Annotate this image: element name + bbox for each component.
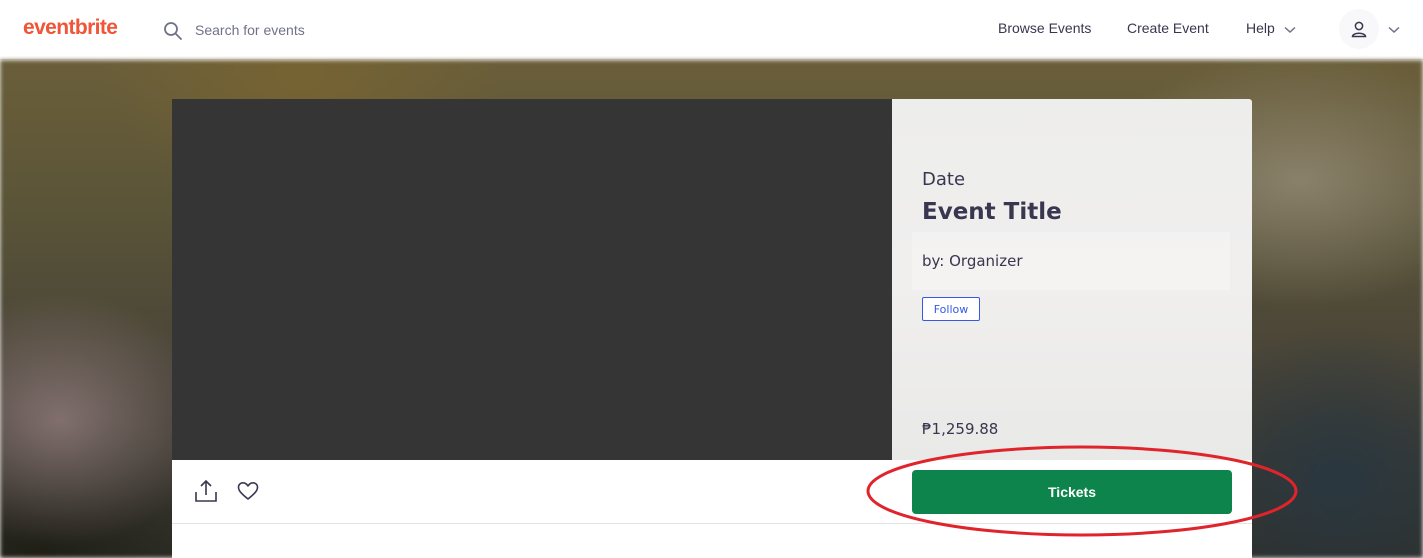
event-price: ₱1,259.88 [922,420,999,438]
event-date: Date [922,169,966,190]
event-card: Date Event Title by: Organizer Follow ₱1… [172,99,1252,558]
user-avatar-button[interactable] [1339,9,1379,49]
organizer-row: by: Organizer [912,232,1230,290]
user-icon [1351,21,1367,38]
event-details-area [172,524,1252,558]
event-organizer[interactable]: by: Organizer [922,252,1023,270]
nav-create-event[interactable]: Create Event [1127,20,1209,36]
event-title: Event Title [922,199,1062,225]
event-image-placeholder [172,99,892,460]
eventbrite-logo[interactable]: eventbrite [23,16,118,40]
search-input[interactable] [190,18,490,42]
nav-help[interactable]: Help [1246,20,1275,36]
event-actions-bar: Tickets [172,460,1252,524]
account-chevron-down-icon[interactable] [1388,26,1400,34]
top-navigation-bar: eventbrite Browse Events Create Event He… [0,0,1423,60]
nav-browse-events[interactable]: Browse Events [998,20,1091,36]
event-info-panel: Date Event Title by: Organizer Follow ₱1… [892,99,1252,460]
follow-button[interactable]: Follow [922,297,980,321]
tickets-button[interactable]: Tickets [912,470,1232,514]
heart-icon[interactable] [235,478,261,504]
help-chevron-down-icon[interactable] [1284,26,1296,34]
search-icon[interactable] [163,21,183,41]
share-icon[interactable] [193,478,219,504]
